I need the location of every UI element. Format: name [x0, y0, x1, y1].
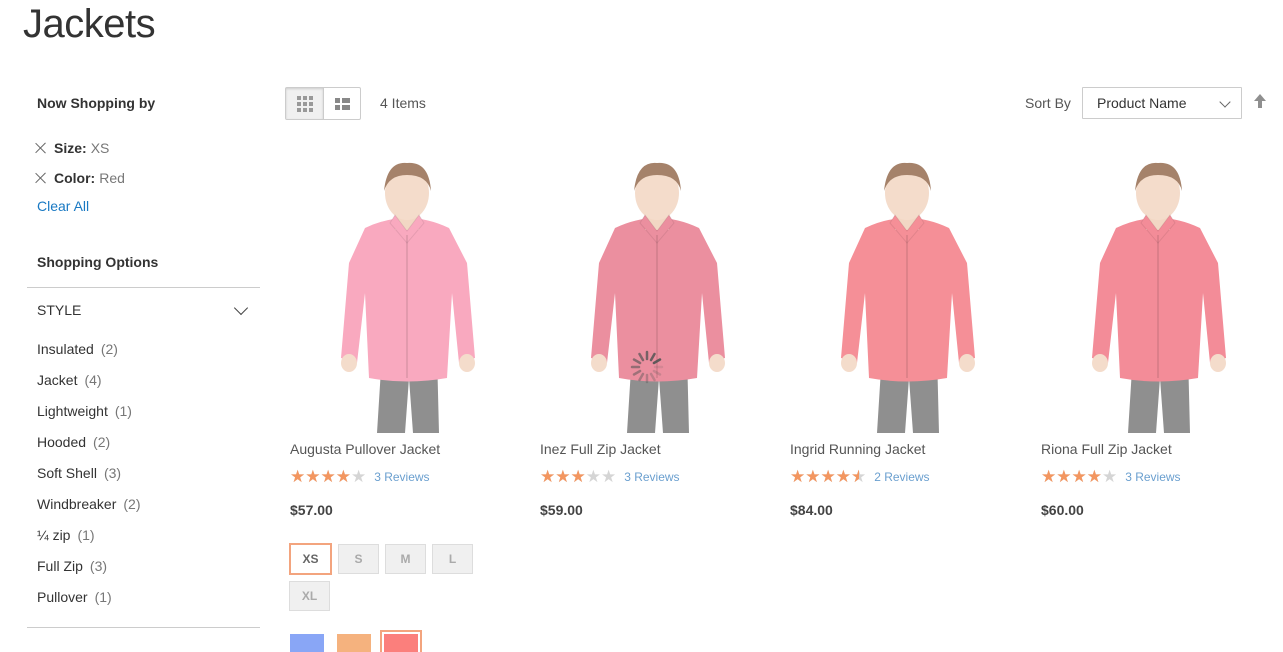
remove-filter-icon[interactable]	[35, 142, 47, 154]
product-price: $57.00	[290, 502, 333, 518]
style-option-name: Pullover	[37, 588, 88, 605]
product-name[interactable]: Inez Full Zip Jacket	[540, 441, 661, 457]
size-swatch-s[interactable]: S	[338, 544, 379, 574]
shopping-options-title: Shopping Options	[37, 254, 159, 270]
list-view-button[interactable]	[323, 88, 360, 119]
sort-label: Sort By	[1025, 95, 1071, 111]
view-mode-switcher	[285, 87, 361, 120]
style-option-count: (2)	[123, 495, 141, 512]
product-card: Riona Full Zip Jacket ★★★★★★★★★★ 3 Revie…	[1038, 153, 1278, 518]
color-swatch[interactable]	[289, 633, 325, 652]
reviews-link[interactable]: 2 Reviews	[874, 470, 929, 484]
style-filter-title: STYLE	[37, 302, 82, 318]
style-option[interactable]: Soft Shell (3)	[37, 457, 260, 488]
rating-stars: ★★★★★★★★★★	[1041, 467, 1118, 486]
filter-label: Color:	[54, 170, 96, 186]
reviews-link[interactable]: 3 Reviews	[1125, 470, 1180, 484]
style-option-count: (2)	[100, 340, 118, 357]
style-option-count: (2)	[93, 433, 111, 450]
product-rating: ★★★★★★★★★★ 2 Reviews	[790, 468, 930, 485]
product-name[interactable]: Ingrid Running Jacket	[790, 441, 925, 457]
remove-filter-icon[interactable]	[35, 172, 47, 184]
style-option-name: Lightweight	[37, 402, 108, 419]
active-filter-color: Color: Red	[35, 163, 260, 193]
size-swatch-l[interactable]: L	[432, 544, 473, 574]
clear-all-link[interactable]: Clear All	[27, 198, 260, 214]
size-swatch-m[interactable]: M	[385, 544, 426, 574]
style-option[interactable]: Jacket (4)	[37, 364, 260, 395]
chevron-down-icon	[233, 300, 249, 315]
style-option[interactable]: Insulated (2)	[37, 333, 260, 364]
product-rating: ★★★★★★★★★★ 3 Reviews	[290, 468, 430, 485]
product-card: Inez Full Zip Jacket ★★★★★★★★★★ 3 Review…	[537, 153, 777, 518]
sidebar: Now Shopping by Size: XS Color: Red Clea…	[27, 90, 260, 628]
filter-value: Red	[99, 170, 125, 186]
style-option-count: (4)	[84, 371, 102, 388]
size-swatch-xl[interactable]: XL	[289, 581, 330, 611]
rating-stars: ★★★★★★★★★★	[790, 467, 867, 486]
page-title: Jackets	[23, 2, 156, 46]
reviews-link[interactable]: 3 Reviews	[624, 470, 679, 484]
style-option-name: Soft Shell	[37, 464, 97, 481]
chevron-down-icon	[1219, 96, 1231, 108]
style-option[interactable]: Pullover (1)	[37, 581, 260, 612]
style-option-name: Jacket	[37, 371, 78, 388]
style-option-count: (1)	[114, 402, 132, 419]
product-rating: ★★★★★★★★★★ 3 Reviews	[540, 468, 680, 485]
style-option-name: Full Zip	[37, 557, 83, 574]
product-name[interactable]: Riona Full Zip Jacket	[1041, 441, 1172, 457]
product-price: $84.00	[790, 502, 833, 518]
style-option-count: (3)	[89, 557, 108, 574]
toolbar: 4 Items Sort By Product Name	[285, 87, 1270, 120]
item-count: 4 Items	[380, 95, 426, 111]
grid-view-button[interactable]	[286, 88, 323, 119]
reviews-link[interactable]: 3 Reviews	[374, 470, 429, 484]
active-filter-list: Size: XS Color: Red	[27, 133, 260, 193]
filter-value: XS	[90, 140, 110, 156]
product-name[interactable]: Augusta Pullover Jacket	[290, 441, 440, 457]
active-filter-size: Size: XS	[35, 133, 260, 163]
spinner-icon	[630, 350, 664, 384]
size-swatch-row: XS S M L	[289, 543, 473, 575]
product-image[interactable]	[1038, 153, 1278, 433]
style-option[interactable]: ¼ zip (1)	[37, 519, 260, 550]
product-price: $60.00	[1041, 502, 1084, 518]
style-option-count: (3)	[103, 464, 122, 481]
style-option[interactable]: Windbreaker (2)	[37, 488, 260, 519]
style-option-name: Windbreaker	[37, 495, 117, 512]
rating-stars: ★★★★★★★★★★	[540, 467, 617, 486]
style-option-count: (1)	[77, 526, 95, 543]
color-swatch[interactable]	[380, 630, 422, 652]
style-option[interactable]: Hooded (2)	[37, 426, 260, 457]
filter-label: Size:	[54, 140, 87, 156]
now-shopping-title: Now Shopping by	[37, 95, 156, 111]
product-card: Ingrid Running Jacket ★★★★★★★★★★ 2 Revie…	[787, 153, 1027, 518]
list-icon	[334, 97, 350, 110]
style-option-name: ¼ zip	[37, 526, 71, 543]
style-option-count: (1)	[94, 588, 112, 605]
sort-value: Product Name	[1097, 95, 1187, 111]
color-swatch-row	[289, 630, 473, 652]
style-option[interactable]: Lightweight (1)	[37, 395, 260, 426]
color-swatch[interactable]	[336, 633, 372, 652]
product-image[interactable]	[537, 153, 777, 433]
size-swatch-xs[interactable]: XS	[289, 543, 332, 575]
style-filter-list: Insulated (2) Jacket (4) Lightweight (1) Ho…	[27, 333, 260, 612]
size-swatch-row: XL	[289, 581, 473, 611]
product-rating: ★★★★★★★★★★ 3 Reviews	[1041, 468, 1181, 485]
sort-select[interactable]: Product Name	[1082, 87, 1242, 119]
product-image[interactable]	[287, 153, 527, 433]
style-option[interactable]: Full Zip (3)	[37, 550, 260, 581]
product-image[interactable]	[787, 153, 1027, 433]
product-price: $59.00	[540, 502, 583, 518]
style-option-name: Insulated	[37, 340, 94, 357]
product-swatches: XS S M L XL	[289, 543, 473, 652]
divider	[27, 627, 260, 628]
arrow-up-icon[interactable]	[1253, 94, 1267, 110]
rating-stars: ★★★★★★★★★★	[290, 467, 367, 486]
style-filter-toggle[interactable]: STYLE	[27, 288, 260, 332]
grid-icon	[296, 95, 313, 112]
style-option-name: Hooded	[37, 433, 87, 450]
product-card: Augusta Pullover Jacket ★★★★★★★★★★ 3 Rev…	[287, 153, 527, 518]
